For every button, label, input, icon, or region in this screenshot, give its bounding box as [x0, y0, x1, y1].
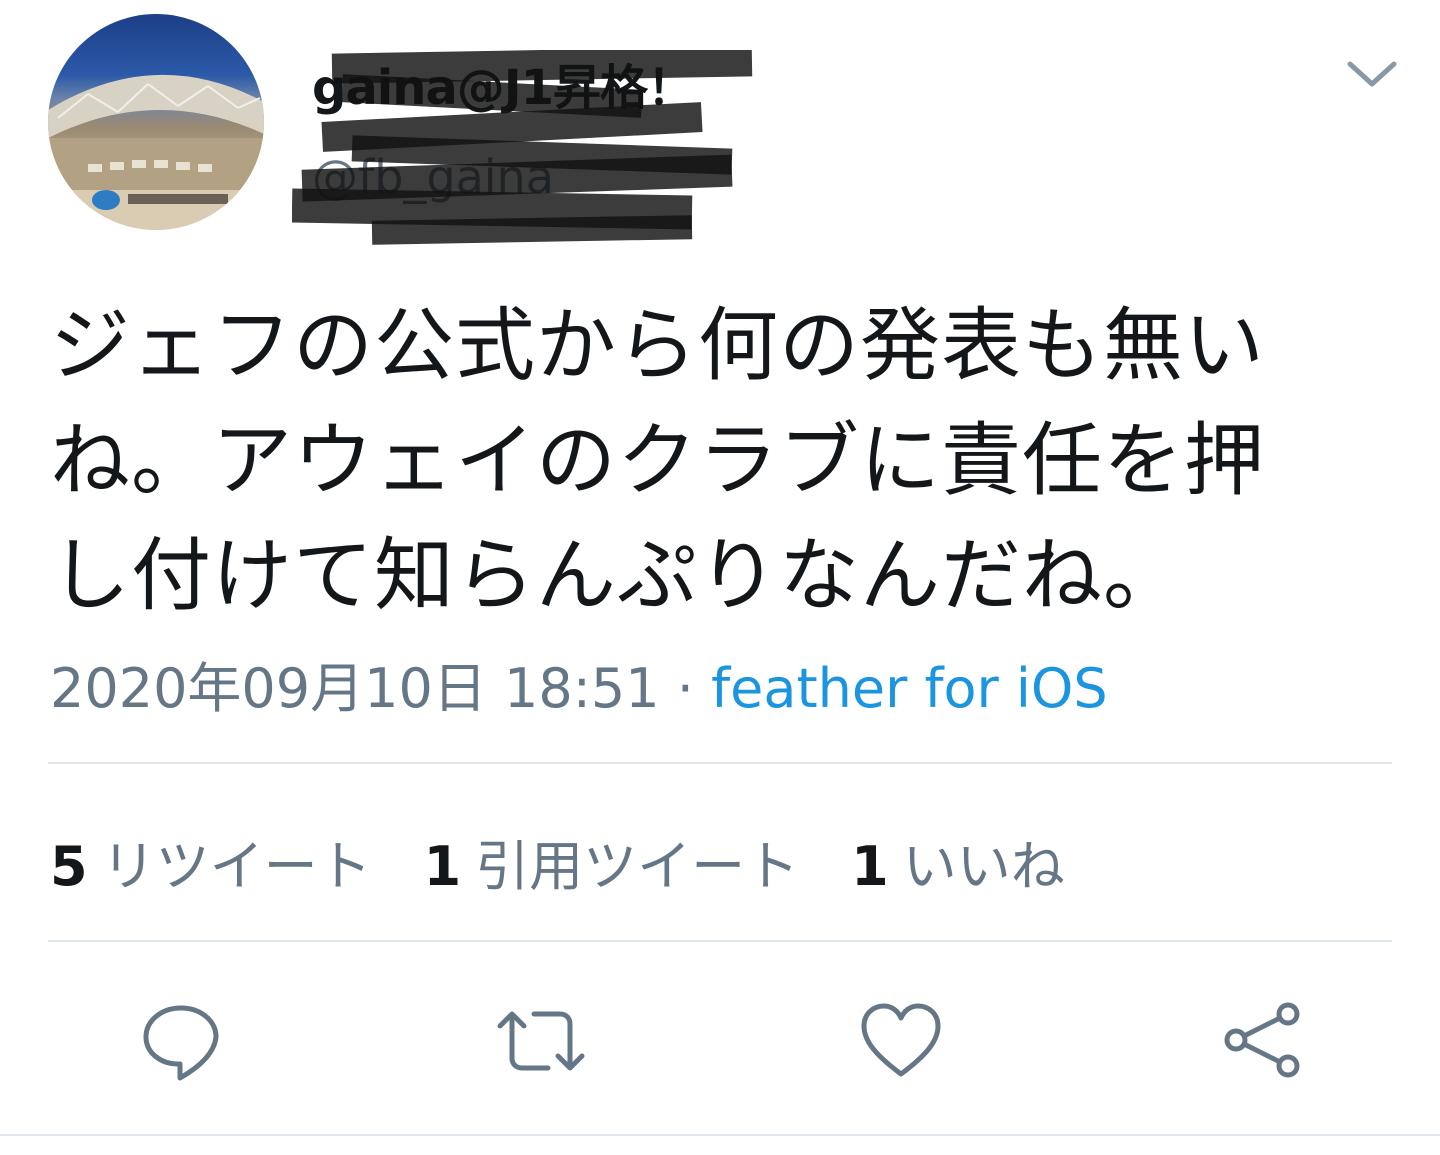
engagement-stats: 5 リツイート 1 引用ツイート 1 いいね [50, 822, 1117, 901]
retweet-button[interactable] [496, 996, 586, 1086]
divider [0, 1134, 1440, 1136]
reply-icon [143, 1005, 219, 1081]
retweet-count: 5 [50, 835, 88, 898]
heart-icon [861, 1003, 941, 1077]
like-count: 1 [851, 835, 889, 898]
share-button[interactable] [1216, 996, 1306, 1086]
tweet-text-line: ね。アウェイのクラブに責任を押 [50, 414, 1265, 507]
quote-label: 引用ツイート [475, 835, 800, 898]
like-label: いいね [902, 835, 1065, 898]
likes-stat[interactable]: 1 いいね [851, 822, 1065, 901]
like-button[interactable] [856, 996, 946, 1086]
avatar[interactable] [48, 14, 264, 230]
divider [48, 762, 1392, 764]
timestamp[interactable]: 2020年09月10日 18:51 [50, 657, 660, 720]
tweet-text-line: ジェフの公式から何の発表も無い [50, 299, 1265, 392]
redaction-scribble [292, 50, 753, 245]
tweet-text: ジェフの公式から何の発表も無い ね。アウェイのクラブに責任を押 し付けて知らんぷ… [50, 288, 1400, 633]
quote-count: 1 [423, 835, 462, 898]
tweet-meta: 2020年09月10日 18:51 · feather for iOS [50, 644, 1108, 723]
reply-button[interactable] [136, 996, 226, 1086]
retweet-label: リツイート [101, 835, 372, 898]
source-link[interactable]: feather for iOS [711, 657, 1108, 720]
meta-separator: · [659, 657, 712, 720]
quote-tweets-stat[interactable]: 1 引用ツイート [424, 822, 800, 901]
tweet-detail: gaina@J1昇格！ @fb_gaina ジェフの公式から何の発表も無い ね。… [0, 0, 1440, 1155]
retweets-stat[interactable]: 5 リツイート [50, 822, 372, 901]
stadium-photo [48, 74, 264, 230]
tweet-text-line: し付けて知らんぷりなんだね。 [50, 529, 1184, 622]
divider [48, 940, 1392, 942]
share-icon [1224, 1002, 1300, 1078]
retweet-icon [497, 1011, 585, 1071]
chevron-down-icon[interactable] [1344, 56, 1400, 90]
